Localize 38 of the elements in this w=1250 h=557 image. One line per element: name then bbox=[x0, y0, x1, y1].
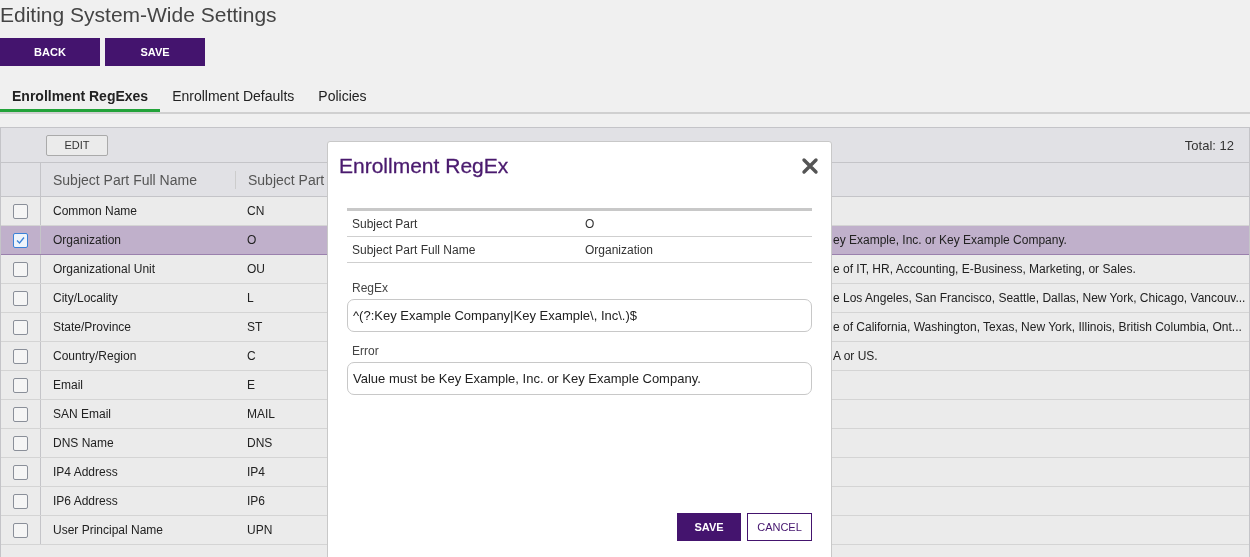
table-cell: Email bbox=[53, 378, 83, 392]
table-cell: e Los Angeles, San Francisco, Seattle, Dallas, New York, Chicago, Vancouv... bbox=[833, 291, 1246, 305]
table-cell: City/Locality bbox=[53, 291, 118, 305]
table-cell: IP4 Address bbox=[53, 465, 118, 479]
total-count: Total: 12 bbox=[1184, 137, 1234, 153]
table-cell: CN bbox=[247, 204, 265, 218]
table-cell: MAIL bbox=[247, 407, 275, 421]
table-cell: ey Example, Inc. or Key Example Company. bbox=[833, 233, 1067, 247]
table-cell: OU bbox=[247, 262, 265, 276]
table-cell: User Principal Name bbox=[53, 523, 164, 537]
table-cell: Organization bbox=[53, 233, 122, 247]
table-cell: State/Province bbox=[53, 320, 132, 334]
table-cell: C bbox=[247, 349, 256, 363]
table-cell: e of California, Washington, Texas, New York, Illinois, British Columbia, Ont... bbox=[833, 320, 1242, 334]
table-cell: e of IT, HR, Accounting, E-Business, Marketing, or Sales. bbox=[833, 262, 1136, 276]
dialog-title: Enrollment RegEx bbox=[339, 154, 509, 178]
table-cell: DNS Name bbox=[53, 436, 114, 450]
table-cell: L bbox=[247, 291, 254, 305]
table-cell: Common Name bbox=[53, 204, 138, 218]
table-cell: Country/Region bbox=[53, 349, 137, 363]
table-cell: A or US. bbox=[833, 349, 878, 363]
field-label: Error bbox=[352, 344, 379, 358]
table-cell: Organizational Unit bbox=[53, 262, 156, 276]
table-cell: E bbox=[247, 378, 255, 392]
detail-label: Subject Part bbox=[352, 216, 419, 231]
table-cell: DNS bbox=[247, 436, 273, 450]
table-cell: IP4 bbox=[247, 465, 265, 479]
detail-value: O bbox=[585, 216, 596, 231]
table-cell: UPN bbox=[247, 523, 273, 537]
detail-label: Subject Part Full Name bbox=[352, 242, 477, 257]
table-cell: IP6 Address bbox=[53, 494, 118, 508]
table-cell: IP6 bbox=[247, 494, 265, 508]
table-cell: ST bbox=[247, 320, 263, 334]
page-title: Editing System-Wide Settings bbox=[0, 2, 278, 28]
field-label: RegEx bbox=[352, 281, 389, 295]
detail-value: Organization bbox=[585, 242, 655, 257]
table-cell: SAN Email bbox=[53, 407, 111, 421]
table-cell: O bbox=[247, 233, 257, 247]
